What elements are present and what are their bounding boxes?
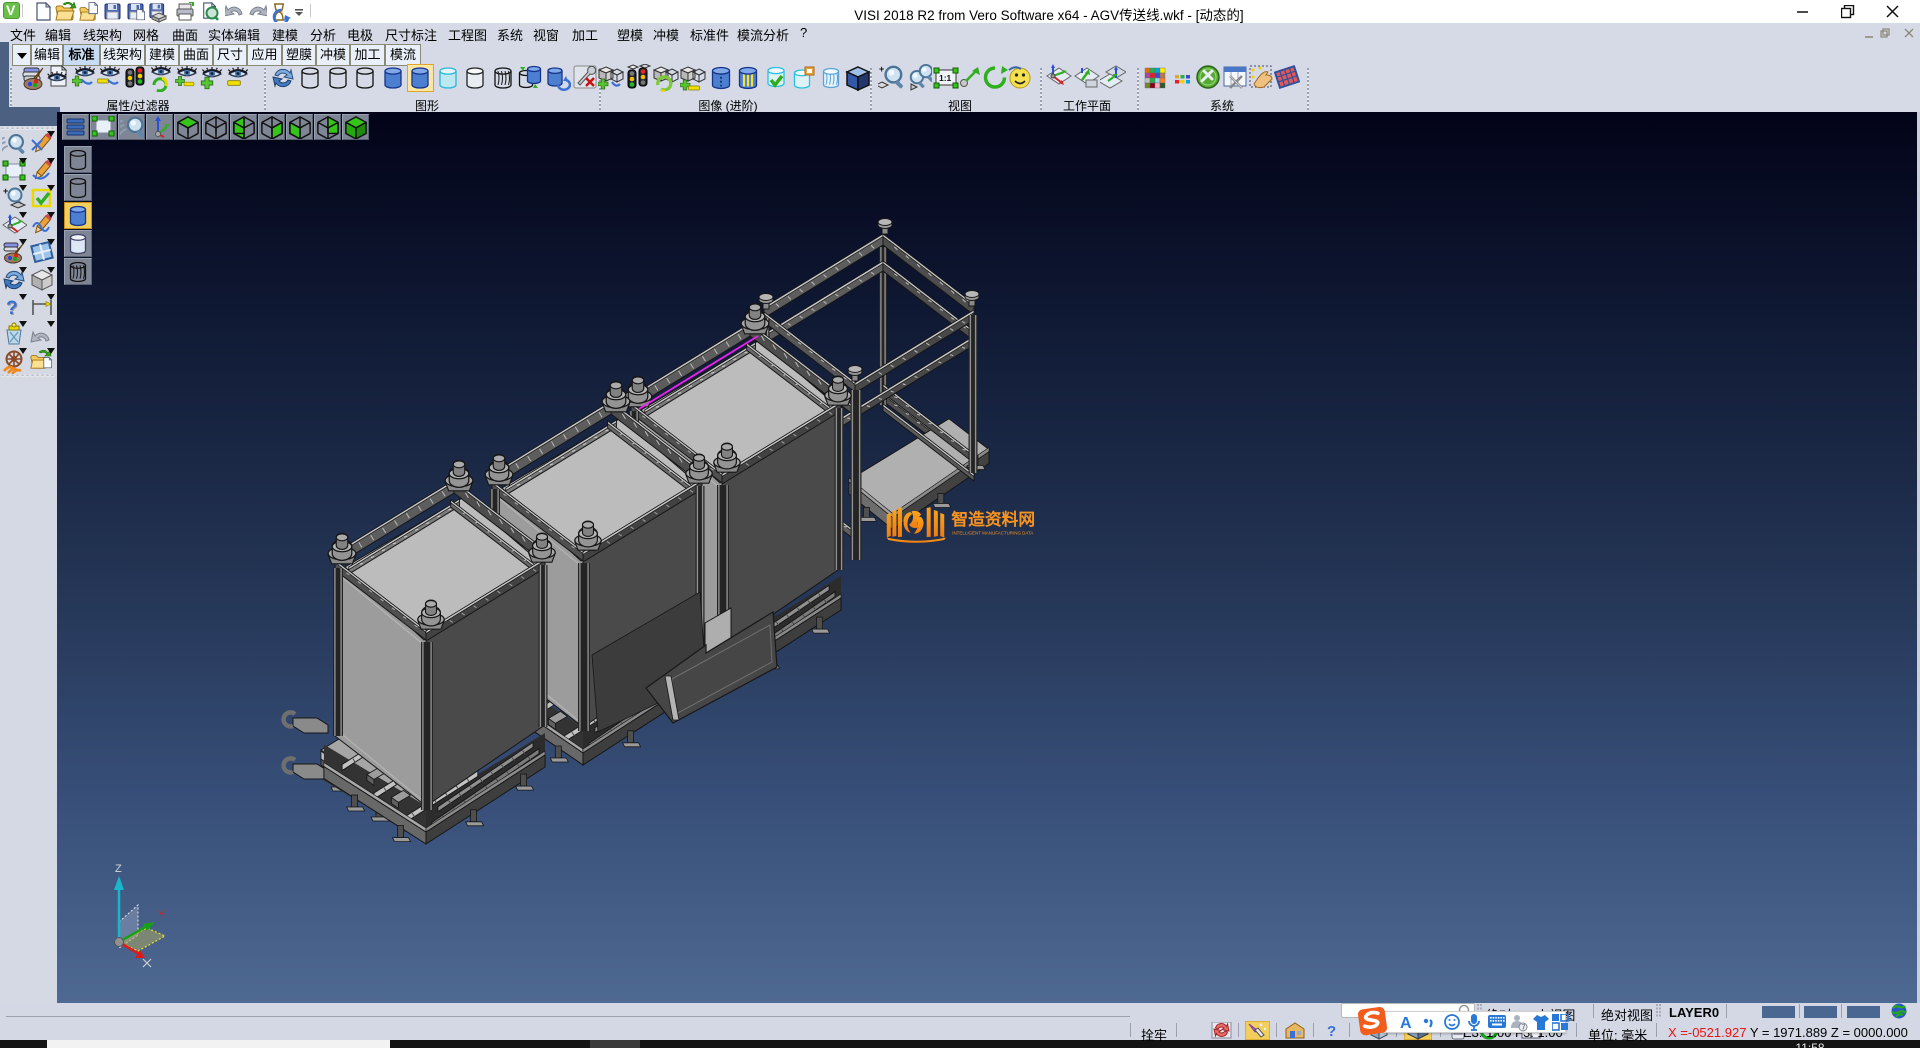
svg-text:7: 7 <box>1522 1025 1526 1032</box>
svg-text:A: A <box>1400 1015 1412 1032</box>
